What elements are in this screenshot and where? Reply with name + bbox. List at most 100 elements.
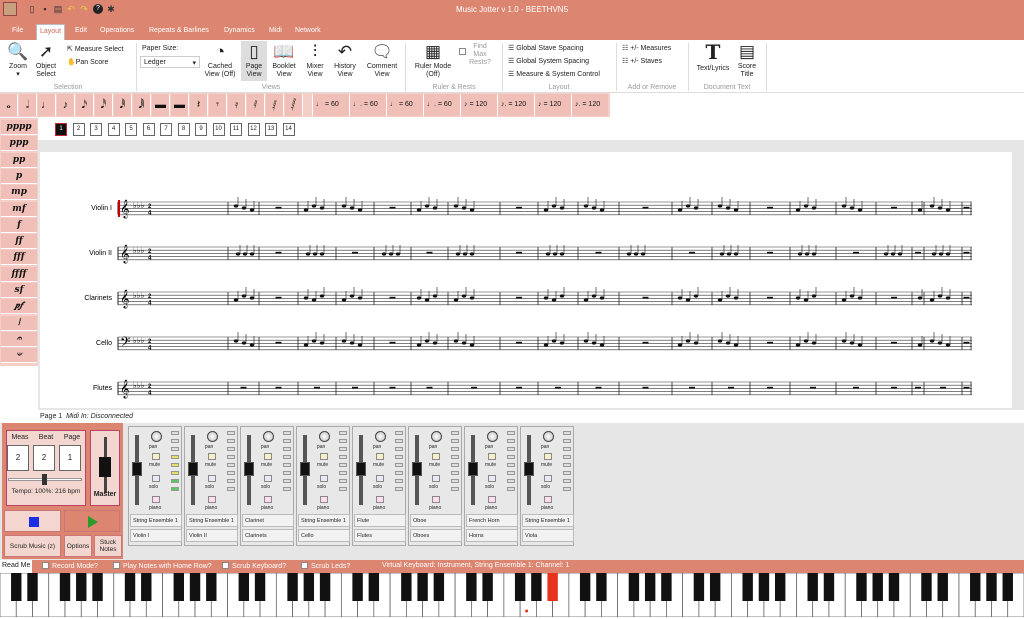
note-head[interactable] [341, 204, 347, 208]
global-stave-spacing-button[interactable]: ☰ Global Stave Spacing [508, 44, 584, 52]
tempo-button[interactable]: ♪. = 120 [497, 94, 534, 116]
add-remove-staves-button[interactable]: ☷ +/- Staves [622, 57, 662, 65]
black-key[interactable] [287, 573, 298, 601]
note-head[interactable] [717, 339, 723, 343]
black-key[interactable] [888, 573, 900, 601]
note-head[interactable] [599, 296, 605, 300]
note-head[interactable] [938, 252, 944, 256]
note-palette-button[interactable]: 𝅘𝅥𝅯 [76, 94, 94, 116]
channel-part[interactable]: Violin II [186, 529, 238, 542]
zoom-button[interactable]: 🔍 Zoom ▾ [4, 43, 32, 79]
note-head[interactable] [241, 206, 247, 210]
note-head[interactable] [545, 252, 551, 256]
note-head[interactable] [811, 206, 817, 210]
tab-file[interactable]: File [9, 24, 26, 40]
note-head[interactable] [388, 252, 394, 256]
mute-button[interactable] [320, 453, 328, 460]
note-head[interactable] [917, 296, 923, 300]
scrub-leds-checkbox[interactable]: Scrub Leds? [301, 562, 350, 570]
note-head[interactable] [559, 252, 565, 256]
note-head[interactable] [929, 298, 935, 302]
black-key[interactable] [76, 573, 87, 601]
note-palette-button[interactable]: ♪ [57, 94, 75, 116]
black-key[interactable] [937, 573, 948, 601]
note-head[interactable] [685, 339, 691, 343]
note-head[interactable] [249, 296, 255, 300]
note-palette-button[interactable]: 𝄾 [209, 94, 227, 116]
note-head[interactable] [677, 343, 683, 347]
note-head[interactable] [685, 298, 691, 302]
tab-network[interactable]: Network [292, 24, 324, 40]
cached-view-button[interactable]: ◔ Cached View (Off) [203, 43, 237, 79]
pan-knob[interactable] [543, 431, 554, 442]
black-key[interactable] [1002, 573, 1013, 601]
tab-operations[interactable]: Operations [97, 24, 137, 40]
note-head[interactable] [685, 204, 691, 208]
text-lyrics-button[interactable]: T Text/Lyrics [694, 41, 732, 73]
read-me-button[interactable]: Read Me [0, 560, 33, 573]
mixer-view-button[interactable]: ⫶ Mixer View [302, 43, 328, 79]
mute-button[interactable] [488, 453, 496, 460]
dynamic-button[interactable]: sf [1, 283, 37, 298]
piano-keys[interactable] [0, 572, 1024, 618]
volume-fader-handle[interactable] [132, 462, 142, 476]
note-head[interactable] [857, 296, 863, 300]
note-head[interactable] [591, 341, 597, 345]
note-palette-button[interactable]: 𝄽 [190, 94, 208, 116]
note-head[interactable] [693, 341, 699, 345]
note-head[interactable] [319, 341, 325, 345]
beat-value[interactable]: 2 [33, 445, 55, 471]
black-key[interactable] [514, 573, 526, 601]
pan-score-button[interactable]: ✋Pan Score [67, 58, 108, 66]
play-home-row-checkbox[interactable]: Play Notes with Home Row? [113, 562, 212, 570]
solo-button[interactable] [376, 475, 384, 482]
tempo-button[interactable]: ♪. = 120 [571, 94, 608, 116]
page-view-button[interactable]: ▯ Page View [241, 41, 267, 81]
note-head[interactable] [552, 252, 558, 256]
note-head[interactable] [241, 294, 247, 298]
note-palette-button[interactable]: 𝅁 [266, 94, 284, 116]
note-head[interactable] [311, 298, 317, 302]
black-key[interactable] [661, 573, 672, 601]
staff[interactable]: 𝄞 ♭♭♭ 24Clarinets [84, 287, 972, 309]
global-system-spacing-button[interactable]: ☰ Global System Spacing [508, 57, 589, 65]
note-head[interactable] [453, 298, 459, 302]
note-head[interactable] [803, 204, 809, 208]
note-head[interactable] [559, 294, 565, 298]
note-head[interactable] [303, 208, 309, 212]
options-button[interactable]: Options [64, 535, 92, 557]
note-head[interactable] [931, 252, 937, 256]
channel-part[interactable]: Viola [522, 529, 574, 542]
note-head[interactable] [795, 208, 801, 212]
piano-button[interactable] [208, 496, 216, 503]
note-head[interactable] [937, 341, 943, 345]
note-head[interactable] [357, 343, 363, 347]
note-head[interactable] [341, 339, 347, 343]
dynamic-button[interactable]: p [1, 168, 37, 184]
black-key[interactable] [758, 573, 770, 601]
channel-part[interactable]: Horns [466, 529, 518, 542]
note-head[interactable] [811, 294, 817, 298]
stuck-notes-button[interactable]: Stuck Notes [94, 535, 122, 557]
channel-instrument[interactable]: String Ensemble 1 [522, 514, 574, 527]
note-head[interactable] [883, 252, 889, 256]
channel-instrument[interactable]: String Ensemble 1 [298, 514, 350, 527]
note-head[interactable] [357, 208, 363, 212]
dynamic-button[interactable]: 𝆃 [1, 315, 37, 331]
black-key[interactable] [11, 573, 22, 601]
note-head[interactable] [811, 341, 817, 345]
note-head[interactable] [719, 252, 725, 256]
history-view-button[interactable]: ↶ History View [330, 43, 360, 79]
pan-knob[interactable] [431, 431, 442, 442]
note-head[interactable] [242, 252, 248, 256]
booklet-view-button[interactable]: 📖 Booklet View [270, 43, 298, 79]
tempo-button[interactable]: ♩. = 60 [423, 94, 460, 116]
channel-instrument[interactable]: French Horn [466, 514, 518, 527]
note-head[interactable] [897, 252, 903, 256]
black-key[interactable] [433, 573, 445, 601]
channel-part[interactable]: Oboes [410, 529, 462, 542]
tab-midi[interactable]: Midi [266, 24, 285, 40]
black-key[interactable] [709, 573, 721, 601]
black-key[interactable] [774, 573, 786, 601]
score-page[interactable]: 𝄞 ♭♭♭ 2 4 Violin I 𝄞 ♭♭♭ 2 4 Violin II 𝄞 ♭♭♭ 2 4 Clari… [40, 152, 1012, 408]
